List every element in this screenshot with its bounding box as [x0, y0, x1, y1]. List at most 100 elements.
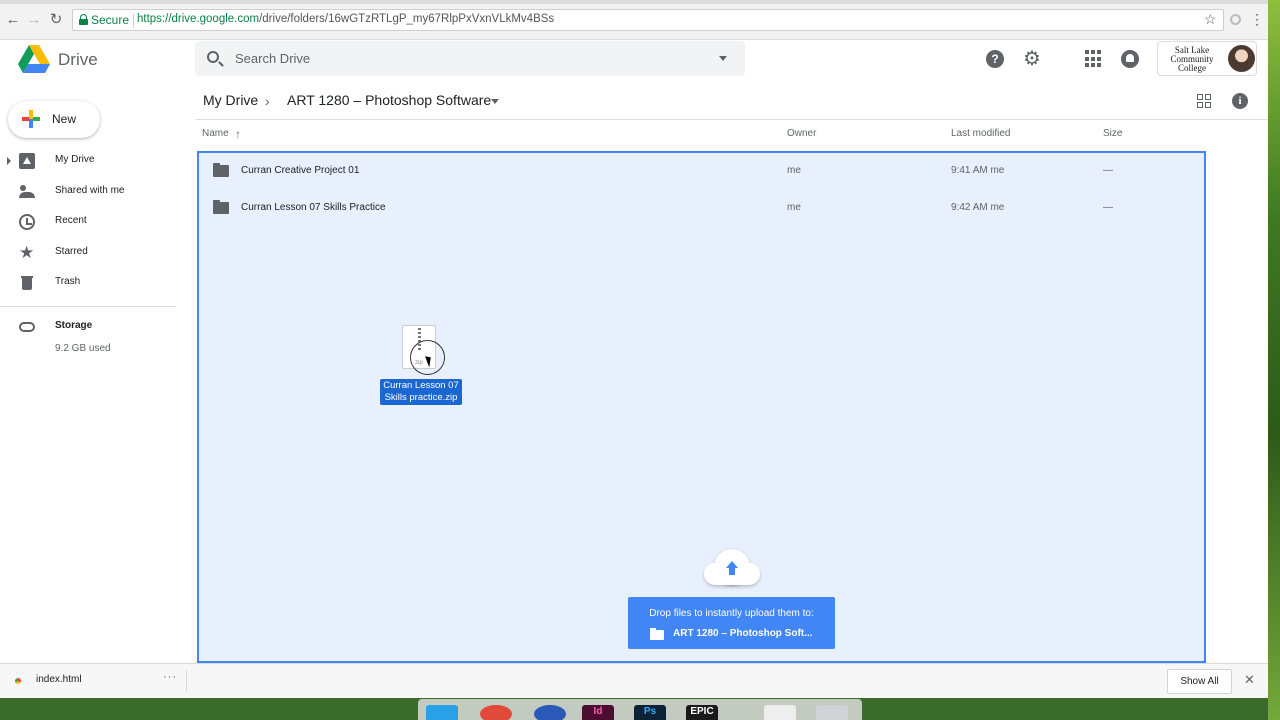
- photoshop-icon[interactable]: Ps: [634, 705, 666, 720]
- file-owner: me: [787, 202, 801, 213]
- new-button-label: New: [52, 112, 77, 126]
- secure-label: Secure: [91, 13, 130, 27]
- browser-menu-icon[interactable]: ⋮: [1250, 11, 1264, 27]
- address-bar[interactable]: Secure https://drive.google.com/drive/fo…: [72, 9, 1224, 31]
- upload-prompt: Drop files to instantly upload them to:: [649, 608, 814, 619]
- forward-arrow-icon[interactable]: →: [26, 12, 42, 28]
- plus-icon: [22, 110, 40, 128]
- close-icon[interactable]: ✕: [1244, 673, 1255, 687]
- file-size: —: [1103, 202, 1113, 213]
- column-header-name[interactable]: Name: [202, 128, 229, 139]
- sidebar-item-trash[interactable]: Trash: [0, 270, 180, 296]
- epic-games-icon[interactable]: EPIC: [686, 705, 718, 720]
- expand-arrow-icon[interactable]: [7, 157, 11, 165]
- back-arrow-icon[interactable]: ←: [5, 12, 21, 28]
- breadcrumb-root[interactable]: My Drive: [203, 92, 258, 108]
- sidebar-item-label: My Drive: [55, 154, 95, 165]
- drop-zone[interactable]: Curran Creative Project 01 me 9:41 AM me…: [197, 151, 1206, 663]
- lock-icon: [79, 14, 88, 25]
- folder-menu-caret-icon[interactable]: [491, 99, 499, 104]
- column-header-modified[interactable]: Last modified: [951, 128, 1010, 139]
- upload-target-folder: ART 1280 – Photoshop Soft...: [673, 628, 813, 639]
- grid-view-icon[interactable]: [1197, 94, 1211, 108]
- chrome-file-icon: [15, 678, 21, 684]
- sidebar-item-label: Trash: [55, 276, 81, 287]
- cloud-upload-icon: [704, 549, 760, 587]
- people-icon: [19, 184, 35, 200]
- search-bar[interactable]: Search Drive: [195, 41, 745, 76]
- breadcrumb-divider: [196, 119, 1268, 120]
- folder-icon: [213, 163, 229, 177]
- desktop-wallpaper: [1268, 0, 1280, 720]
- new-button[interactable]: New: [8, 101, 100, 138]
- sidebar-item-my-drive[interactable]: My Drive: [0, 148, 180, 174]
- bookmark-star-icon[interactable]: ☆: [1204, 11, 1217, 27]
- file-modified: 9:41 AM me: [951, 165, 1005, 176]
- url-host: https://drive.google.com: [137, 13, 260, 25]
- browser-app-icon[interactable]: [534, 705, 566, 720]
- column-header-owner[interactable]: Owner: [787, 128, 816, 139]
- my-drive-icon: [19, 153, 35, 169]
- sidebar-item-starred[interactable]: ★ Starred: [0, 240, 180, 266]
- cloud-icon: [19, 322, 35, 332]
- drive-logo-icon[interactable]: [18, 45, 50, 73]
- reload-icon[interactable]: ↻: [48, 12, 64, 28]
- download-item-name[interactable]: index.html: [36, 674, 82, 685]
- sidebar-item-label: Shared with me: [55, 185, 125, 196]
- info-icon[interactable]: i: [1232, 93, 1248, 109]
- file-modified: 9:42 AM me: [951, 202, 1005, 213]
- sidebar-item-recent[interactable]: Recent: [0, 209, 180, 235]
- upload-target-panel: Drop files to instantly upload them to: …: [628, 597, 835, 649]
- account-switcher[interactable]: Salt Lake Community College: [1157, 41, 1257, 76]
- file-owner: me: [787, 165, 801, 176]
- document-icon[interactable]: [764, 705, 796, 720]
- folder-icon: [213, 200, 229, 214]
- tab-strip: [0, 0, 1268, 4]
- indesign-icon[interactable]: Id: [582, 705, 614, 720]
- search-input[interactable]: Search Drive: [235, 51, 310, 66]
- search-options-icon[interactable]: [719, 56, 727, 61]
- app-name: Drive: [58, 50, 98, 69]
- browser-toolbar: ← → ↻ Secure https://drive.google.com/dr…: [0, 0, 1268, 40]
- search-icon[interactable]: [207, 51, 219, 63]
- url-path: /drive/folders/16wGTzRTLgP_my67RlpPxVxnV…: [259, 13, 555, 25]
- breadcrumb-chevron-icon: ›: [265, 93, 270, 109]
- sidebar-item-storage[interactable]: Storage: [0, 314, 180, 340]
- dragged-file-label[interactable]: Curran Lesson 07 Skills practice.zip: [380, 379, 462, 405]
- dock: Id Ps EPIC: [418, 699, 862, 720]
- downloads-divider: [186, 670, 187, 692]
- table-row[interactable]: Curran Creative Project 01 me 9:41 AM me…: [199, 153, 1204, 189]
- breadcrumb-current[interactable]: ART 1280 – Photoshop Software: [287, 92, 491, 108]
- help-icon[interactable]: ?: [986, 50, 1004, 68]
- apps-grid-icon[interactable]: [1085, 50, 1101, 68]
- sidebar-item-label: Recent: [55, 215, 87, 226]
- settings-gear-icon[interactable]: ⚙: [1023, 49, 1041, 69]
- browser-window: ← → ↻ Secure https://drive.google.com/dr…: [0, 0, 1268, 698]
- download-more-icon[interactable]: ···: [163, 671, 177, 683]
- avatar[interactable]: [1228, 45, 1255, 72]
- college-logo: Salt Lake Community College: [1170, 45, 1214, 73]
- sort-ascending-icon[interactable]: ↑: [235, 127, 241, 141]
- sidebar-item-label: Starred: [55, 246, 88, 257]
- trash-can-icon[interactable]: [816, 705, 848, 720]
- finder-icon[interactable]: [426, 705, 458, 720]
- clock-icon: [19, 214, 35, 230]
- address-divider: [133, 14, 134, 28]
- file-name: Curran Lesson 07 Skills Practice: [241, 202, 386, 213]
- file-name: Curran Creative Project 01: [241, 165, 360, 176]
- trash-icon: [19, 275, 35, 291]
- chrome-icon[interactable]: [480, 705, 512, 720]
- column-header-size[interactable]: Size: [1103, 128, 1122, 139]
- table-row[interactable]: Curran Lesson 07 Skills Practice me 9:42…: [199, 190, 1204, 226]
- sidebar-item-shared[interactable]: Shared with me: [0, 179, 180, 205]
- extension-icon[interactable]: [1230, 14, 1241, 25]
- url-text[interactable]: https://drive.google.com/drive/folders/1…: [137, 13, 554, 25]
- file-size: —: [1103, 165, 1113, 176]
- show-all-button[interactable]: Show All: [1167, 669, 1232, 694]
- downloads-bar: index.html ··· Show All ✕: [0, 663, 1268, 698]
- folder-icon: [650, 628, 664, 640]
- sidebar-divider: [0, 306, 176, 307]
- storage-used: 9.2 GB used: [55, 343, 111, 354]
- notifications-icon[interactable]: [1121, 50, 1139, 68]
- star-icon: ★: [19, 243, 35, 262]
